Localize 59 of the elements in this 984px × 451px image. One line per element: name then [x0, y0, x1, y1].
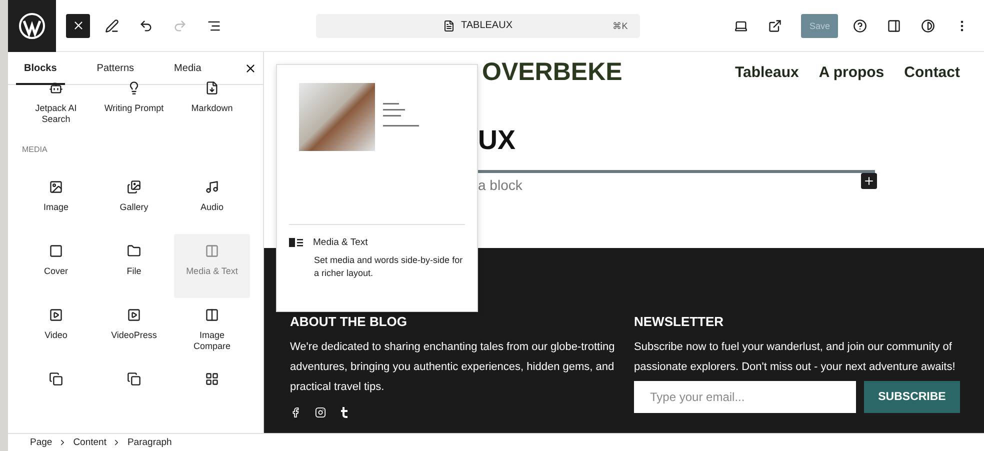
page-title: UX	[478, 125, 517, 156]
nav-link[interactable]: Tableaux	[734, 64, 799, 81]
footer-heading: ABOUT THE BLOG	[290, 314, 408, 329]
close-icon	[244, 62, 257, 74]
facebook-icon[interactable]	[290, 407, 301, 418]
block-item[interactable]: VideoPress	[96, 298, 172, 362]
close-button[interactable]	[244, 62, 257, 74]
block-item[interactable]: File	[96, 234, 172, 298]
site-title: OVERBEKE	[481, 58, 622, 87]
columns-icon	[205, 244, 219, 258]
breadcrumb-item[interactable]: Page	[30, 437, 52, 448]
footer-text: We're dedicated to sharing enchanting tales from our globe-trotting adventures, bringing you authentic experiences, hidden gems, and practical travel tips.	[290, 340, 616, 395]
tumblr-icon[interactable]	[340, 407, 348, 418]
preview-description: Set media and words side-by-side for a richer layout.	[313, 254, 464, 280]
block-item[interactable]: Media & Text	[174, 234, 250, 298]
folder-icon	[127, 244, 141, 258]
preview-title: Media & Text	[313, 237, 368, 248]
image-icon	[49, 180, 63, 194]
add-block-button[interactable]	[861, 173, 877, 189]
plus-icon	[863, 175, 875, 187]
breadcrumb-item[interactable]: Content	[73, 437, 106, 448]
block-item[interactable]: Image Compare	[174, 298, 250, 362]
music-note-icon	[205, 180, 219, 194]
block-item[interactable]: Audio	[174, 170, 250, 234]
instagram-icon[interactable]	[315, 407, 326, 418]
block-item[interactable]: Cover	[18, 234, 94, 298]
file-download-icon	[205, 81, 219, 95]
nav-link[interactable]: A propos	[818, 64, 884, 81]
redo-icon	[173, 18, 187, 32]
play-icon	[127, 308, 141, 322]
footer-text: Subscribe now to fuel your wanderlust, and join our community of passionate explorers. Don't miss out - your next adventure awaits!	[634, 340, 956, 375]
play-icon	[49, 308, 63, 322]
grid-icon	[205, 372, 219, 386]
paragraph-block[interactable]: a block	[478, 170, 875, 198]
block-item[interactable]: Gallery	[96, 170, 172, 234]
square-icon	[49, 244, 63, 258]
footer-heading: NEWSLETTER	[634, 314, 725, 329]
columns-icon	[205, 308, 219, 322]
block-item[interactable]: Video	[18, 298, 94, 362]
email-field[interactable]: Type your email...	[634, 381, 856, 413]
breadcrumb-item[interactable]: Paragraph	[127, 437, 172, 448]
logo-icon[interactable]	[8, 0, 56, 52]
subscribe-button[interactable]: SUBSCRIBE	[864, 381, 960, 413]
lightbulb-icon	[127, 81, 141, 95]
list-icon	[207, 18, 221, 32]
section-heading: MEDIA	[21, 144, 48, 156]
media-text-icon	[289, 238, 303, 247]
preview-text-lines-drawing	[383, 103, 419, 127]
gallery-icon	[127, 180, 141, 194]
close-button[interactable]	[66, 14, 90, 38]
robot-icon	[49, 81, 63, 95]
block-item[interactable]: Image	[18, 170, 94, 234]
copy-icon	[49, 372, 63, 386]
document-icon	[442, 20, 455, 32]
undo-icon	[139, 18, 153, 32]
copy-icon	[127, 372, 141, 386]
nav-link[interactable]: Contact	[904, 64, 960, 81]
command-bar[interactable]: TABLEAUX ⌘K	[316, 14, 640, 38]
close-icon	[72, 19, 84, 32]
